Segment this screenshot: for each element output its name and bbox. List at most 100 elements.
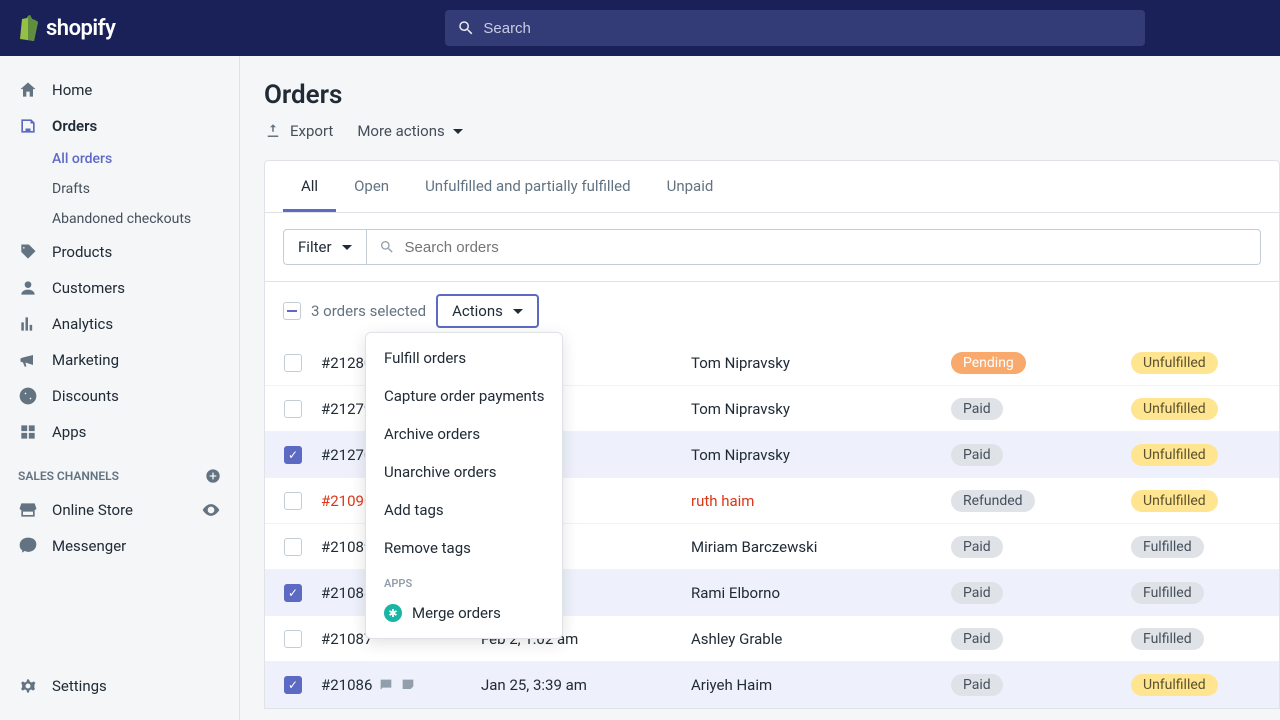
payment-badge: Paid	[951, 674, 1003, 696]
megaphone-icon	[18, 350, 38, 370]
row-checkbox[interactable]	[284, 400, 302, 418]
sidebar-subitem[interactable]: Drafts	[52, 174, 239, 204]
menu-item[interactable]: Remove tags	[366, 529, 562, 567]
messenger-icon	[18, 536, 38, 556]
filter-button[interactable]: Filter	[283, 229, 367, 265]
page-title: Orders	[264, 80, 1280, 110]
nav-label: Marketing	[52, 351, 119, 369]
customer-name[interactable]: Rami Elborno	[691, 584, 951, 602]
apps-icon	[18, 422, 38, 442]
payment-badge: Paid	[951, 398, 1003, 420]
nav-label: Discounts	[52, 387, 119, 405]
eye-icon[interactable]	[201, 500, 221, 520]
brand-logo[interactable]: shopify	[16, 15, 115, 41]
fulfillment-badge: Unfulfilled	[1131, 398, 1218, 420]
menu-item[interactable]: Capture order payments	[366, 377, 562, 415]
store-icon	[18, 500, 38, 520]
customer-name[interactable]: Ariyeh Haim	[691, 676, 951, 694]
order-number[interactable]: #21086	[321, 676, 481, 694]
row-checkbox[interactable]	[284, 446, 302, 464]
export-button[interactable]: Export	[264, 122, 333, 140]
chevron-down-icon	[453, 129, 463, 134]
more-actions-label: More actions	[357, 122, 444, 140]
payment-badge: Paid	[951, 628, 1003, 650]
row-checkbox[interactable]	[284, 354, 302, 372]
sidebar-subitem[interactable]: Abandoned checkouts	[52, 204, 239, 234]
sidebar-item-home[interactable]: Home	[0, 72, 239, 108]
payment-badge: Pending	[951, 352, 1026, 374]
menu-item[interactable]: Fulfill orders	[366, 339, 562, 377]
menu-section-label: APPS	[366, 567, 562, 594]
customer-name[interactable]: Ashley Grable	[691, 630, 951, 648]
export-label: Export	[290, 122, 333, 140]
orders-card: AllOpenUnfulfilled and partially fulfill…	[264, 160, 1280, 709]
menu-item[interactable]: Archive orders	[366, 415, 562, 453]
add-channel-icon[interactable]	[205, 468, 221, 484]
tab-all[interactable]: All	[283, 161, 336, 212]
search-icon	[457, 19, 475, 37]
brand-text: shopify	[46, 16, 115, 41]
app-icon: ✱	[384, 604, 402, 622]
sidebar-item-apps[interactable]: Apps	[0, 414, 239, 450]
bulk-actions-button[interactable]: Actions	[436, 294, 539, 328]
row-checkbox[interactable]	[284, 492, 302, 510]
fulfillment-badge: Fulfilled	[1131, 536, 1204, 558]
customer-name[interactable]: Tom Nipravsky	[691, 400, 951, 418]
nav-label: Apps	[52, 423, 86, 441]
chat-icon	[400, 677, 416, 693]
nav-label: Analytics	[52, 315, 113, 333]
row-checkbox[interactable]	[284, 676, 302, 694]
channel-messenger[interactable]: Messenger	[0, 528, 239, 564]
settings-label: Settings	[52, 677, 107, 695]
search-icon	[379, 239, 395, 255]
more-actions-button[interactable]: More actions	[357, 122, 462, 140]
user-icon	[18, 278, 38, 298]
sidebar-item-products[interactable]: Products	[0, 234, 239, 270]
search-orders-input[interactable]	[405, 239, 1248, 256]
search-input[interactable]	[483, 20, 1133, 37]
fulfillment-badge: Unfulfilled	[1131, 444, 1218, 466]
customer-name[interactable]: Miriam Barczewski	[691, 538, 951, 556]
global-search[interactable]	[445, 10, 1145, 46]
actions-label: Actions	[452, 302, 503, 320]
fulfillment-badge: Unfulfilled	[1131, 352, 1218, 374]
channel-label: Online Store	[52, 501, 133, 519]
chevron-down-icon	[513, 309, 523, 314]
fulfillment-badge: Unfulfilled	[1131, 674, 1218, 696]
tab-open[interactable]: Open	[336, 161, 407, 212]
row-checkbox[interactable]	[284, 538, 302, 556]
sidebar-subitem[interactable]: All orders	[52, 144, 239, 174]
payment-badge: Paid	[951, 582, 1003, 604]
table-row[interactable]: #21086 Jan 25, 3:39 amAriyeh HaimPaid Unf…	[265, 662, 1279, 708]
sidebar-item-orders[interactable]: Orders	[0, 108, 239, 144]
sidebar-item-customers[interactable]: Customers	[0, 270, 239, 306]
customer-name[interactable]: Tom Nipravsky	[691, 446, 951, 464]
selection-bar: 3 orders selected Actions Fulfill orders…	[265, 282, 1279, 340]
export-icon	[264, 122, 282, 140]
sidebar-item-marketing[interactable]: Marketing	[0, 342, 239, 378]
gear-icon	[18, 676, 38, 696]
row-checkbox[interactable]	[284, 584, 302, 602]
select-all-checkbox[interactable]	[283, 302, 301, 320]
sidebar-item-discounts[interactable]: Discounts	[0, 378, 239, 414]
customer-name[interactable]: ruth haim	[691, 492, 951, 510]
search-orders[interactable]	[367, 229, 1261, 265]
nav-label: Orders	[52, 117, 97, 135]
order-time: Jan 25, 3:39 am	[481, 676, 691, 694]
channel-online-store[interactable]: Online Store	[0, 492, 239, 528]
tab-unfulfilled-and-partially-fulfilled[interactable]: Unfulfilled and partially fulfilled	[407, 161, 649, 212]
tab-unpaid[interactable]: Unpaid	[649, 161, 732, 212]
channel-label: Messenger	[52, 537, 126, 555]
row-checkbox[interactable]	[284, 630, 302, 648]
orders-icon	[18, 116, 38, 136]
channels-label: SALES CHANNELS	[18, 469, 119, 483]
settings-link[interactable]: Settings	[0, 668, 239, 704]
menu-item[interactable]: Add tags	[366, 491, 562, 529]
payment-badge: Paid	[951, 444, 1003, 466]
menu-item[interactable]: Unarchive orders	[366, 453, 562, 491]
sidebar-item-analytics[interactable]: Analytics	[0, 306, 239, 342]
order-tabs: AllOpenUnfulfilled and partially fulfill…	[265, 161, 1279, 213]
customer-name[interactable]: Tom Nipravsky	[691, 354, 951, 372]
note-icon	[378, 677, 394, 693]
menu-app-item[interactable]: ✱Merge orders	[366, 594, 562, 632]
